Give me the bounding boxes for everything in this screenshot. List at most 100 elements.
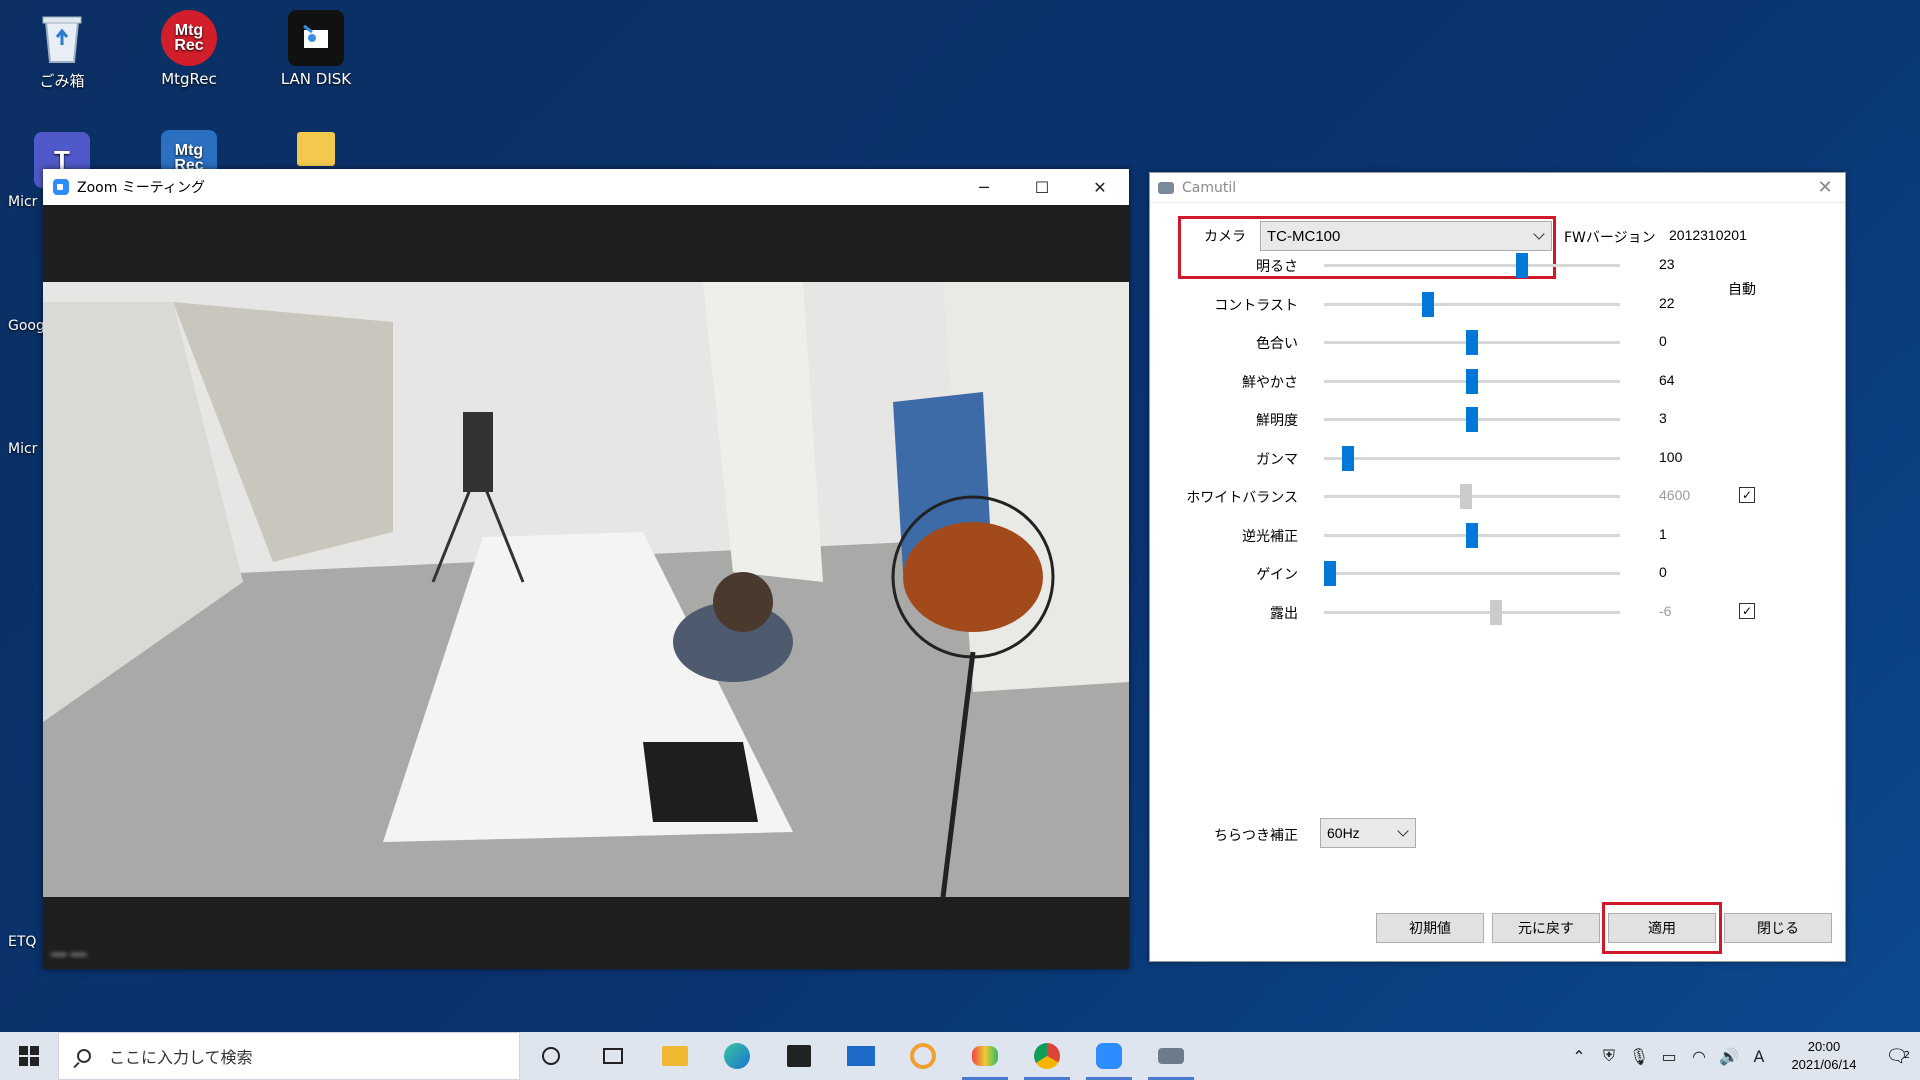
camutil-titlebar[interactable]: Camutil ✕ [1150, 173, 1845, 203]
flicker-select-value: 60Hz [1327, 825, 1360, 841]
slider-track[interactable] [1324, 407, 1620, 432]
slider-row: コントラスト 22 [1150, 289, 1847, 319]
taskbar-file-explorer[interactable] [644, 1032, 706, 1080]
security-icon[interactable]: ⛨ [1594, 1046, 1624, 1066]
slider-track[interactable] [1324, 523, 1620, 548]
slider-label: 鮮やかさ [1242, 375, 1298, 391]
slider-thumb[interactable] [1466, 369, 1478, 394]
camutil-window-title: Camutil [1182, 179, 1237, 196]
slider-row: 露出 -6 ✓ [1150, 597, 1847, 627]
zoom-window-title: Zoom ミーティング [77, 180, 205, 196]
slider-thumb[interactable] [1516, 253, 1529, 278]
slider-value: 22 [1659, 295, 1675, 311]
slider-track[interactable] [1324, 446, 1620, 471]
microphone-icon[interactable]: 🎙 [1624, 1047, 1654, 1066]
slider-value: 1 [1659, 526, 1667, 542]
slider-track[interactable] [1324, 484, 1620, 509]
zoom-logo-icon [53, 179, 69, 195]
cortana-icon [542, 1047, 560, 1065]
slider-track[interactable] [1324, 253, 1620, 278]
network-icon[interactable]: ◠ [1684, 1047, 1714, 1066]
desktop-icon-recycle-bin[interactable]: ごみ箱 [12, 10, 112, 91]
webcam-icon [1158, 181, 1174, 194]
auto-checkbox[interactable]: ✓ [1739, 603, 1755, 619]
zoom-titlebar[interactable]: Zoom ミーティング ─ ☐ ✕ [43, 169, 1129, 205]
task-view-button[interactable] [582, 1032, 644, 1080]
start-button[interactable] [0, 1032, 58, 1080]
slider-label: 色合い [1256, 336, 1298, 352]
volume-icon[interactable]: 🔊 [1714, 1047, 1744, 1066]
revert-button[interactable]: 元に戻す [1492, 913, 1600, 943]
desktop-icon-mtgrec[interactable]: Mtg Rec MtgRec [139, 10, 239, 88]
apply-highlight-box [1602, 902, 1722, 954]
slider-label: ガンマ [1256, 452, 1298, 468]
desktop-icon-lan-disk[interactable]: LAN DISK [266, 10, 366, 88]
close-dialog-button-label: 閉じる [1757, 921, 1799, 937]
slider-thumb[interactable] [1323, 561, 1336, 586]
slider-thumb[interactable] [1466, 407, 1478, 432]
app-circle-icon [910, 1043, 936, 1069]
slider-label: 露出 [1270, 606, 1298, 622]
slider-track[interactable] [1324, 330, 1620, 355]
taskbar: ここに入力して検索 ⌃ ⛨ 🎙 ▭ ◠ 🔊 A 20:00 2021/06/14… [0, 1032, 1920, 1080]
cortana-button[interactable] [520, 1032, 582, 1080]
taskbar-camutil[interactable] [1140, 1032, 1202, 1080]
close-button[interactable]: ✕ [1805, 177, 1845, 198]
fw-version-label: FWバージョン [1564, 230, 1656, 246]
taskbar-mail[interactable] [830, 1032, 892, 1080]
taskbar-chrome[interactable] [1016, 1032, 1078, 1080]
ime-indicator[interactable]: A [1744, 1047, 1774, 1066]
video-feed [43, 282, 1129, 897]
taskbar-edge[interactable] [706, 1032, 768, 1080]
minimize-button[interactable]: ─ [955, 169, 1013, 205]
lan-disk-icon [288, 10, 344, 66]
taskbar-clock[interactable]: 20:00 2021/06/14 [1774, 1038, 1874, 1074]
slider-thumb[interactable] [1489, 600, 1502, 625]
slider-track[interactable] [1323, 561, 1620, 586]
slider-label: 逆光補正 [1242, 529, 1298, 545]
slider-label: ゲイン [1256, 567, 1298, 583]
webcam-icon [1158, 1048, 1184, 1064]
camera-row: カメラ TC-MC100 [1190, 220, 1552, 252]
slider-value: 3 [1659, 410, 1667, 426]
taskbar-store[interactable] [768, 1032, 830, 1080]
camera-label: カメラ [1204, 229, 1246, 245]
camera-select-value: TC-MC100 [1267, 227, 1341, 245]
defaults-button-label: 初期値 [1409, 921, 1451, 937]
desktop-icon-folder[interactable] [266, 132, 366, 170]
taskbar-app-circle[interactable] [892, 1032, 954, 1080]
defaults-button[interactable]: 初期値 [1376, 913, 1484, 943]
battery-icon[interactable]: ▭ [1654, 1047, 1684, 1066]
slider-row: 鮮やかさ 64 [1150, 366, 1847, 396]
camera-video-image [43, 282, 1129, 897]
slider-thumb[interactable] [1460, 484, 1473, 509]
slider-row: ガンマ 100 [1150, 443, 1847, 473]
slider-thumb[interactable] [1466, 330, 1478, 355]
desktop-edge-label: Micr [8, 441, 38, 457]
slider-track[interactable] [1324, 600, 1620, 625]
slider-thumb[interactable] [1421, 292, 1434, 317]
taskbar-zoom[interactable] [1078, 1032, 1140, 1080]
slider-label: コントラスト [1214, 298, 1298, 314]
close-button[interactable]: ✕ [1071, 169, 1129, 205]
slider-thumb[interactable] [1466, 523, 1478, 548]
clock-date: 2021/06/14 [1791, 1057, 1857, 1072]
taskbar-paint[interactable] [954, 1032, 1016, 1080]
taskbar-search-box[interactable]: ここに入力して検索 [58, 1032, 520, 1080]
slider-row: 鮮明度 3 [1150, 404, 1847, 434]
chevron-up-icon[interactable]: ⌃ [1564, 1047, 1594, 1066]
search-icon [77, 1049, 91, 1063]
camera-select[interactable]: TC-MC100 [1260, 221, 1552, 251]
slider-track[interactable] [1324, 369, 1620, 394]
maximize-button[interactable]: ☐ [1013, 169, 1071, 205]
close-dialog-button[interactable]: 閉じる [1724, 913, 1832, 943]
auto-checkbox[interactable]: ✓ [1739, 487, 1755, 503]
slider-value: 4600 [1659, 487, 1691, 503]
camutil-window[interactable]: Camutil ✕ カメラ TC-MC100 FWバージョン 201231020… [1149, 172, 1846, 962]
flicker-select[interactable]: 60Hz [1320, 818, 1416, 848]
zoom-meeting-window[interactable]: Zoom ミーティング ─ ☐ ✕ ━━ ━━ [43, 169, 1129, 969]
slider-track[interactable] [1324, 292, 1620, 317]
slider-thumb[interactable] [1341, 446, 1354, 471]
notification-center-button[interactable]: 🗨 2 [1874, 1046, 1920, 1067]
mail-icon [847, 1046, 875, 1066]
